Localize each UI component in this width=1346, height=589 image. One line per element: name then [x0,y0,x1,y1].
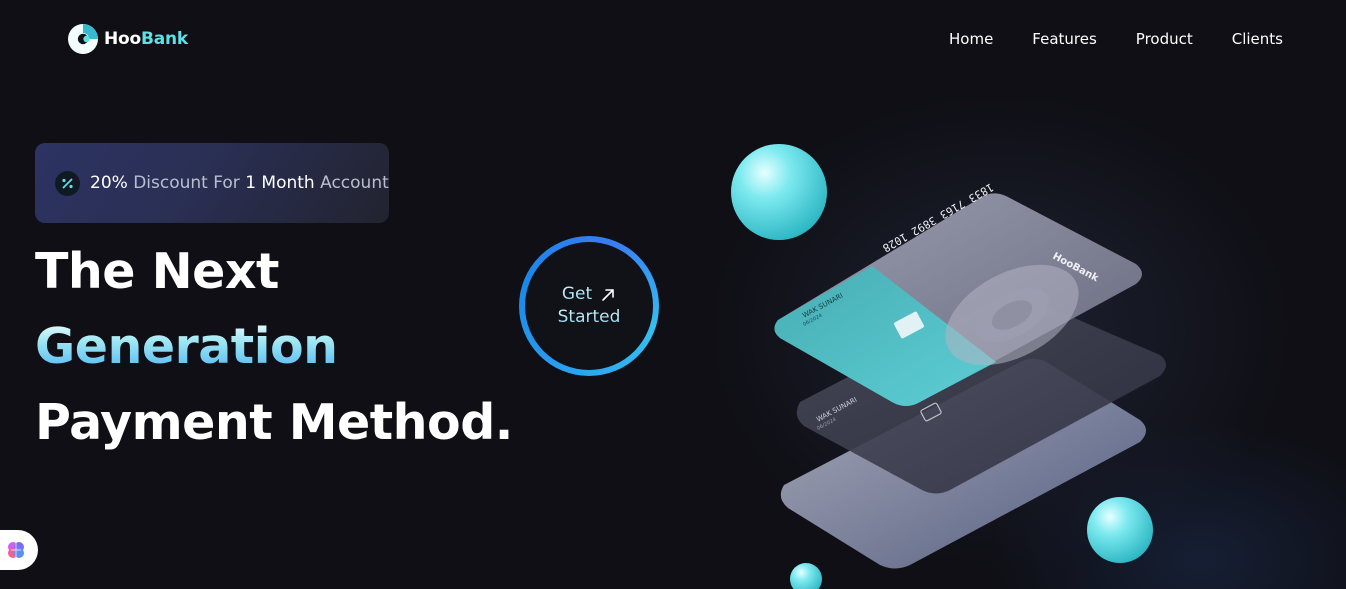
brand-name-part2: Bank [141,29,189,49]
get-started-label-2: Started [557,307,621,327]
hero-page: HooBank Home Features Product Clients 20… [0,0,1346,589]
brain-icon [8,542,24,558]
sphere-small [790,563,822,589]
discount-middle: Discount For [127,173,246,193]
nav-item-product[interactable]: Product [1136,30,1193,48]
nav-item-features[interactable]: Features [1032,30,1097,48]
get-started-label-1: Get [561,284,593,304]
discount-icon [55,170,80,196]
cards-illustration: WAK SUNARI 06/2024 1833 7163 3892 1028 H… [731,144,1166,589]
nav-item-clients[interactable]: Clients [1232,30,1283,48]
brand-name: HooBank [104,29,188,49]
get-started-button[interactable]: Get Started [519,236,659,376]
headline-line-2: Generation [35,318,338,375]
headline-line-1: The Next [35,243,279,300]
brand-logo[interactable]: HooBank [66,22,188,56]
sphere-large [731,144,827,240]
discount-text: 20% Discount For 1 Month Account [90,173,389,193]
nav-item-home[interactable]: Home [949,30,993,48]
discount-end: Account [314,173,389,193]
brand-name-part1: Hoo [104,29,141,49]
discount-duration: 1 Month [245,173,315,193]
discount-badge: 20% Discount For 1 Month Account [35,143,389,223]
get-started-inner: Get Started [525,242,653,370]
discount-percent: 20% [90,173,128,193]
headline-line-3: Payment Method. [35,394,513,451]
sphere-medium [1087,497,1153,563]
arrow-up-right-icon [602,288,614,301]
main-nav: Home Features Product Clients [949,30,1283,48]
assistant-widget-button[interactable] [0,530,38,570]
hoobank-logo-icon [68,24,98,54]
